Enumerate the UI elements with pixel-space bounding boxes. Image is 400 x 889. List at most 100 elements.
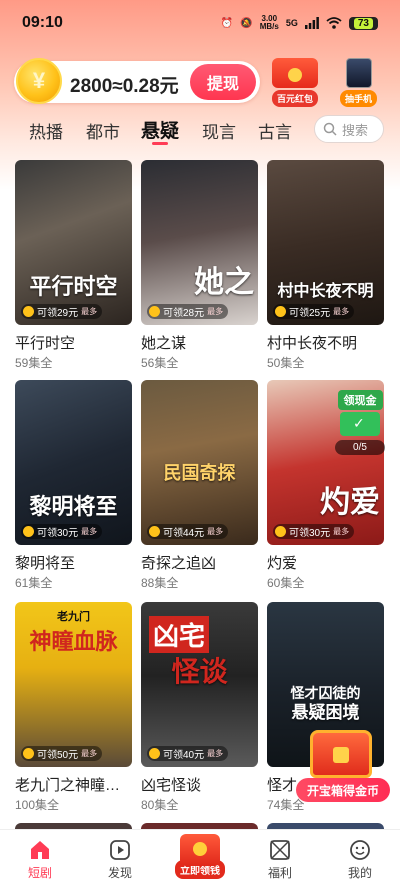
drama-poster[interactable]: 她之 可领28元 最多 (141, 160, 258, 325)
reward-amount: 可领28元 (163, 308, 205, 319)
reward-badge: 可领25元 最多 (273, 304, 355, 319)
gift-grid-icon (270, 840, 290, 860)
drama-poster[interactable]: 平行时空 可领29元 最多 (15, 160, 132, 325)
drama-title[interactable]: 老九门之神瞳… (15, 774, 120, 795)
wechat-cash-icon (340, 412, 380, 436)
reward-amount: 可领40元 (163, 750, 205, 761)
reward-amount: 可领30元 (289, 528, 331, 539)
red-envelope-icon (180, 834, 220, 866)
status-icons: ⏰ 🔕 3.00 MB/s 5G 73 (221, 15, 378, 31)
reward-max: 最多 (333, 527, 350, 536)
episode-count: 50集全 (267, 356, 305, 370)
mute-icon: 🔕 (240, 17, 253, 29)
nav-label: 短剧 (27, 866, 52, 880)
nav-get-cash[interactable]: 立即领钱 (170, 834, 230, 879)
reward-badge: 可领28元 最多 (147, 304, 229, 319)
cash-reward-progress: 0/5 (335, 440, 385, 455)
reward-amount: 可领30元 (37, 528, 79, 539)
status-time: 09:10 (22, 14, 63, 31)
tab-modern-romance[interactable]: 现言 (202, 118, 236, 143)
reward-amount: 可领44元 (163, 528, 205, 539)
nav-discover[interactable]: 发现 (90, 838, 150, 881)
reward-max: 最多 (81, 527, 98, 536)
active-tab-indicator (152, 142, 168, 145)
reward-badge: 可领30元 最多 (273, 524, 355, 539)
wallet-pill[interactable]: ¥ 2800≈0.28元 提现 (14, 58, 260, 104)
reward-max: 最多 (207, 749, 224, 758)
coin-icon (275, 526, 286, 537)
tab-urban[interactable]: 都市 (86, 118, 120, 143)
episode-count: 80集全 (141, 798, 179, 812)
red-packet-icon (272, 58, 318, 88)
poster-top-text: 老九门 (57, 611, 90, 623)
phone-icon (345, 58, 372, 88)
nav-label: 发现 (107, 866, 132, 880)
wifi-icon (326, 17, 342, 29)
coin-icon (23, 526, 34, 537)
poster-title: 她之 (194, 265, 254, 300)
network-speed: 3.00 MB/s (260, 15, 279, 31)
drama-poster[interactable]: 黎明将至 可领30元 最多 (15, 380, 132, 545)
reward-amount: 可领50元 (37, 750, 79, 761)
promo-red-packet[interactable]: 百元红包 (272, 58, 319, 107)
reward-max: 最多 (207, 527, 224, 536)
drama-poster[interactable]: 村中长夜不明 可领25元 最多 (267, 160, 384, 325)
wallet-row: ¥ 2800≈0.28元 提现 百元红包 抽手机 (14, 58, 386, 107)
nav-profile[interactable]: 我的 (330, 838, 390, 881)
drama-poster[interactable]: 老九门 神瞳血脉 可领50元 最多 (15, 602, 132, 767)
bottom-navigation: 短剧 发现 立即领钱 福利 我的 (0, 829, 400, 889)
poster-title: 神瞳血脉 (29, 629, 118, 655)
signal-icon (304, 17, 319, 29)
drama-title[interactable]: 村中长夜不明 (267, 332, 357, 353)
promo-phone-label: 抽手机 (340, 90, 378, 107)
drama-poster[interactable]: 民国奇探 可领44元 最多 (141, 380, 258, 545)
nav-label: 我的 (347, 866, 372, 880)
alarm-icon: ⏰ (220, 17, 234, 29)
coin-balance: 2800≈0.28元 (70, 76, 179, 97)
drama-title[interactable]: 奇探之追凶 (141, 552, 216, 573)
coin-icon (149, 526, 160, 537)
episode-count: 56集全 (141, 356, 179, 370)
cash-reward-widget[interactable]: 领现金 0/5 (327, 390, 393, 455)
search-input[interactable]: 搜索 (314, 115, 384, 143)
drama-title[interactable]: 灼爱 (267, 552, 297, 573)
tab-mystery[interactable]: 悬疑 (141, 116, 179, 143)
search-placeholder: 搜索 (342, 122, 369, 138)
battery-indicator: 73 (348, 16, 378, 30)
drama-title[interactable]: 平行时空 (15, 332, 75, 353)
episode-count: 60集全 (267, 576, 305, 590)
cash-reward-label: 领现金 (337, 390, 383, 410)
drama-title[interactable]: 她之谋 (141, 332, 186, 353)
treasure-chest-icon (310, 730, 372, 778)
poster-title: 村中长夜不明 (277, 281, 374, 300)
reward-max: 最多 (81, 307, 98, 316)
episode-count: 59集全 (15, 356, 53, 370)
tab-hot[interactable]: 热播 (29, 118, 63, 143)
poster-title: 民国奇探 (163, 463, 236, 484)
nav-welfare[interactable]: 福利 (250, 838, 310, 881)
reward-max: 最多 (81, 749, 98, 758)
reward-amount: 可领25元 (289, 308, 331, 319)
open-treasure-button[interactable]: 开宝箱得金币 (296, 778, 390, 802)
tab-ancient-romance[interactable]: 古言 (258, 118, 292, 143)
reward-badge: 可领29元 最多 (21, 304, 103, 319)
promo-red-packet-label: 百元红包 (272, 90, 319, 107)
drama-title[interactable]: 凶宅怪谈 (141, 774, 201, 795)
promo-phone-lottery[interactable]: 抽手机 (340, 58, 378, 107)
drama-title[interactable]: 黎明将至 (15, 552, 75, 573)
coin-icon (149, 306, 160, 317)
reward-amount: 可领29元 (37, 308, 79, 319)
coin-icon (149, 748, 160, 759)
coin-icon (23, 748, 34, 759)
withdraw-button[interactable]: 提现 (190, 64, 256, 100)
smiley-icon (350, 840, 370, 860)
poster-title: 悬疑困境 (291, 703, 360, 723)
drama-poster[interactable]: 凶宅 怪谈 可领40元 最多 (141, 602, 258, 767)
nav-short-drama[interactable]: 短剧 (10, 838, 70, 881)
reward-max: 最多 (207, 307, 224, 316)
play-icon (110, 840, 130, 860)
poster-title: 怪谈 (171, 655, 228, 688)
drama-title[interactable]: 怪才 (267, 774, 297, 795)
reward-badge: 可领50元 最多 (21, 746, 103, 761)
poster-top-text: 凶宅 (149, 616, 210, 653)
